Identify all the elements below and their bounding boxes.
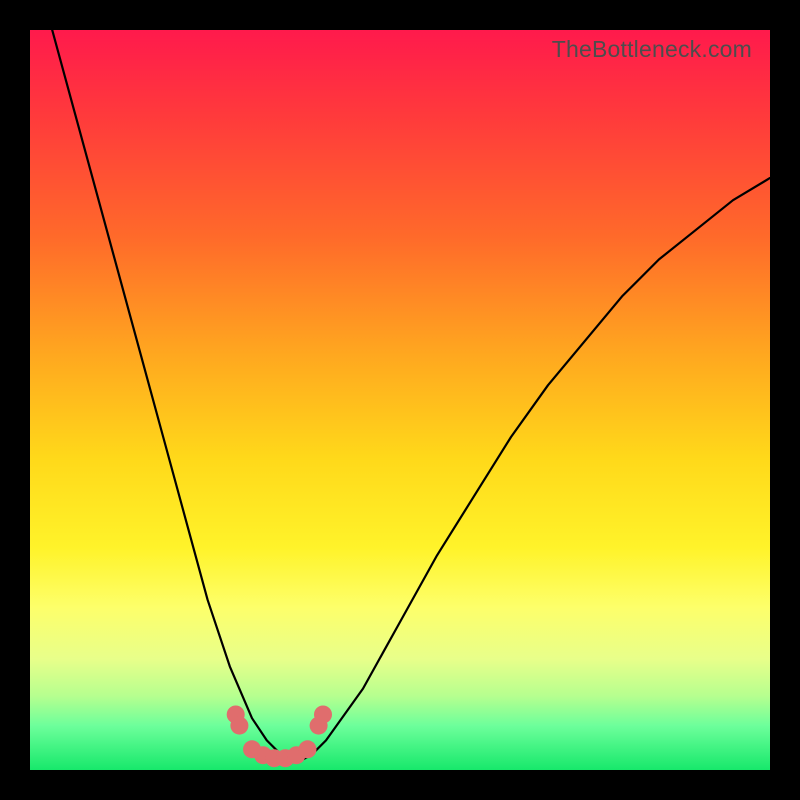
marker-dot bbox=[299, 740, 317, 758]
chart-frame: TheBottleneck.com bbox=[0, 0, 800, 800]
marker-dot bbox=[230, 717, 248, 735]
marker-dot bbox=[314, 706, 332, 724]
bottleneck-curve-path bbox=[52, 30, 770, 763]
flat-region-markers bbox=[227, 706, 332, 768]
bottleneck-curve-svg bbox=[30, 30, 770, 770]
plot-area: TheBottleneck.com bbox=[30, 30, 770, 770]
